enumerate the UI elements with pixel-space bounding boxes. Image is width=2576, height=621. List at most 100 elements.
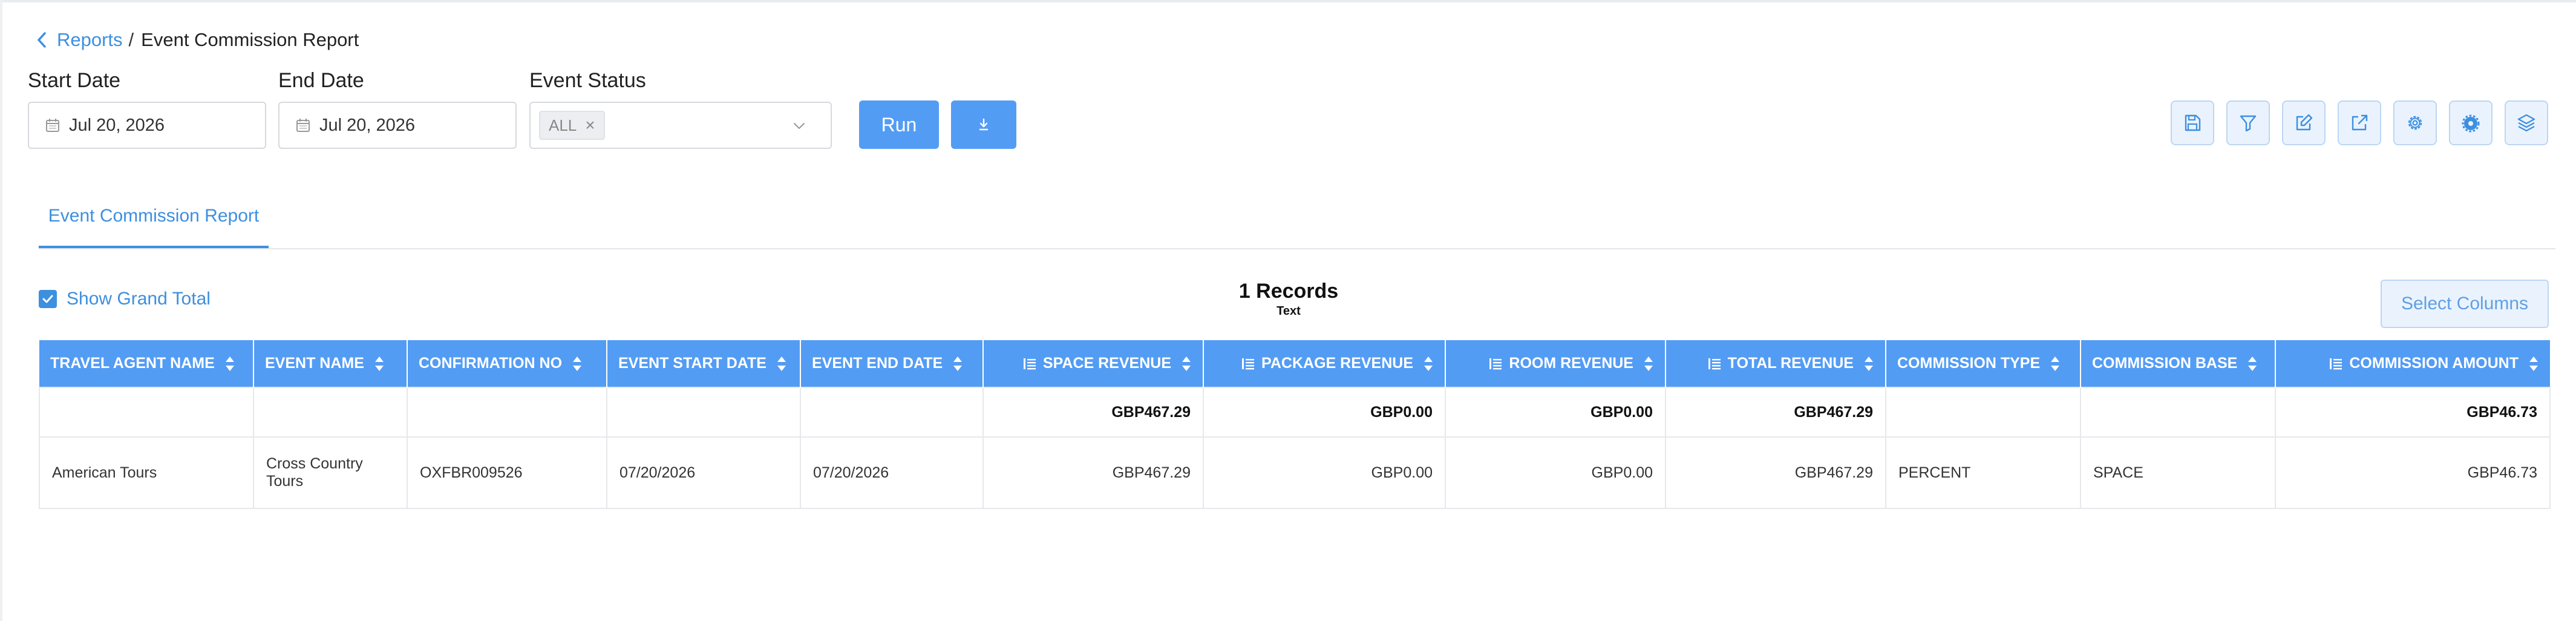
save-icon (2185, 114, 2201, 131)
total-room-revenue: GBP0.00 (1445, 387, 1666, 438)
column-header-event-start-date[interactable]: EVENT START DATE (607, 340, 801, 387)
column-header-space-revenue[interactable]: SPACE REVENUE (983, 340, 1204, 387)
event-status-select[interactable]: ALL × (529, 102, 832, 149)
column-header-commission-type[interactable]: COMMISSION TYPE (1886, 340, 2081, 387)
column-header-label: EVENT NAME (265, 355, 364, 372)
numeric-column-icon (1242, 358, 1255, 369)
column-header-room-revenue[interactable]: ROOM REVENUE (1445, 340, 1666, 387)
window-left-border (0, 0, 2, 621)
settings-button[interactable] (2393, 100, 2437, 145)
numeric-column-icon (2330, 358, 2342, 369)
run-button[interactable]: Run (859, 100, 939, 149)
records-subtext: Text (1277, 304, 1301, 318)
sort-icon[interactable] (374, 355, 385, 373)
filter-icon (2240, 115, 2257, 132)
layers-icon (2517, 114, 2535, 132)
layers-button[interactable] (2505, 100, 2548, 145)
chevron-down-icon[interactable] (792, 119, 806, 133)
cell-confirmation-no: OXFBR009526 (407, 436, 607, 509)
sort-icon[interactable] (1863, 355, 1874, 373)
total-cell-empty (800, 387, 984, 438)
cell-total-revenue: GBP467.29 (1665, 436, 1886, 509)
edit-icon (2296, 114, 2313, 131)
total-space-revenue: GBP467.29 (982, 387, 1204, 438)
total-cell-empty (407, 387, 607, 438)
column-header-label: TOTAL REVENUE (1727, 355, 1854, 372)
grand-total-row: GBP467.29 GBP0.00 GBP0.00 GBP467.29 GBP4… (39, 387, 2551, 438)
save-button[interactable] (2171, 100, 2214, 145)
cell-event-start-date: 07/20/2026 (606, 436, 801, 509)
total-package-revenue: GBP0.00 (1203, 387, 1446, 438)
download-button[interactable] (951, 100, 1016, 149)
sort-icon[interactable] (2528, 355, 2539, 373)
calendar-icon (46, 119, 59, 132)
column-header-event-name[interactable]: EVENT NAME (253, 340, 408, 387)
sort-icon[interactable] (224, 355, 235, 373)
total-commission-amount: GBP46.73 (2275, 387, 2551, 438)
end-date-label: End Date (278, 69, 364, 92)
breadcrumb-separator: / (128, 29, 134, 50)
show-grand-total-toggle[interactable]: Show Grand Total (39, 289, 211, 309)
numeric-column-icon (1489, 358, 1502, 369)
sort-icon[interactable] (2050, 355, 2061, 373)
column-header-label: COMMISSION TYPE (1897, 355, 2041, 372)
filter-button[interactable] (2226, 100, 2270, 145)
sort-icon[interactable] (952, 355, 963, 373)
column-header-label: CONFIRMATION NO (419, 355, 563, 372)
chevron-left-icon[interactable] (35, 31, 48, 49)
advanced-settings-button[interactable] (2449, 100, 2493, 145)
sort-icon[interactable] (1423, 355, 1434, 373)
column-header-confirmation-no[interactable]: CONFIRMATION NO (407, 340, 607, 387)
total-total-revenue: GBP467.29 (1665, 387, 1886, 438)
table-header-row: TRAVEL AGENT NAME EVENT NAME CONFIRMATIO… (39, 340, 2550, 387)
start-date-field[interactable]: Jul 20, 2026 (28, 102, 266, 149)
cell-room-revenue: GBP0.00 (1445, 436, 1666, 509)
event-status-label: Event Status (529, 69, 646, 92)
grand-total-checkbox[interactable] (39, 290, 57, 308)
sort-icon[interactable] (776, 355, 787, 373)
cell-package-revenue: GBP0.00 (1203, 436, 1446, 509)
column-header-package-revenue[interactable]: PACKAGE REVENUE (1203, 340, 1446, 387)
edit-button[interactable] (2282, 100, 2326, 145)
total-cell-empty (253, 387, 408, 438)
cell-commission-type: PERCENT (1885, 436, 2081, 509)
chip-remove-icon[interactable]: × (585, 116, 595, 135)
column-header-total-revenue[interactable]: TOTAL REVENUE (1666, 340, 1886, 387)
grand-total-label: Show Grand Total (67, 289, 211, 309)
status-chip-all: ALL × (539, 111, 605, 140)
select-columns-button[interactable]: Select Columns (2381, 280, 2549, 328)
start-date-label: Start Date (28, 69, 121, 92)
column-header-label: COMMISSION AMOUNT (2349, 355, 2519, 372)
sort-icon[interactable] (2247, 355, 2258, 373)
records-count: 1 Records (1238, 280, 1339, 303)
breadcrumb-current: Event Commission Report (141, 29, 359, 50)
end-date-field[interactable]: Jul 20, 2026 (278, 102, 517, 149)
cell-travel-agent-name: American Tours (39, 436, 254, 509)
table-row[interactable]: American Tours Cross Country Tours OXFBR… (39, 436, 2551, 509)
breadcrumb: Reports / Event Commission Report (35, 29, 359, 51)
open-external-button[interactable] (2338, 100, 2381, 145)
column-header-label: TRAVEL AGENT NAME (50, 355, 215, 372)
settings-icon (2408, 116, 2422, 130)
report-table: TRAVEL AGENT NAME EVENT NAME CONFIRMATIO… (39, 340, 2551, 509)
calendar-icon (296, 119, 310, 132)
column-header-label: PACKAGE REVENUE (1261, 355, 1413, 372)
download-icon (979, 118, 989, 131)
column-header-commission-base[interactable]: COMMISSION BASE (2081, 340, 2276, 387)
checkmark-icon (42, 295, 53, 303)
cell-commission-base: SPACE (2080, 436, 2276, 509)
tab-event-commission-report[interactable]: Event Commission Report (39, 206, 269, 248)
column-header-event-end-date[interactable]: EVENT END DATE (800, 340, 984, 387)
sort-icon[interactable] (1643, 355, 1654, 373)
numeric-column-icon (1023, 358, 1036, 369)
column-header-commission-amount[interactable]: COMMISSION AMOUNT (2275, 340, 2550, 387)
end-date-value: Jul 20, 2026 (319, 115, 416, 135)
gear-badge-icon (2462, 114, 2480, 133)
cell-event-end-date: 07/20/2026 (800, 436, 984, 509)
breadcrumb-reports-link[interactable]: Reports (57, 29, 123, 51)
total-cell-empty (606, 387, 801, 438)
cell-space-revenue: GBP467.29 (982, 436, 1204, 509)
column-header-travel-agent-name[interactable]: TRAVEL AGENT NAME (39, 340, 254, 387)
sort-icon[interactable] (1181, 355, 1192, 373)
sort-icon[interactable] (572, 355, 583, 373)
